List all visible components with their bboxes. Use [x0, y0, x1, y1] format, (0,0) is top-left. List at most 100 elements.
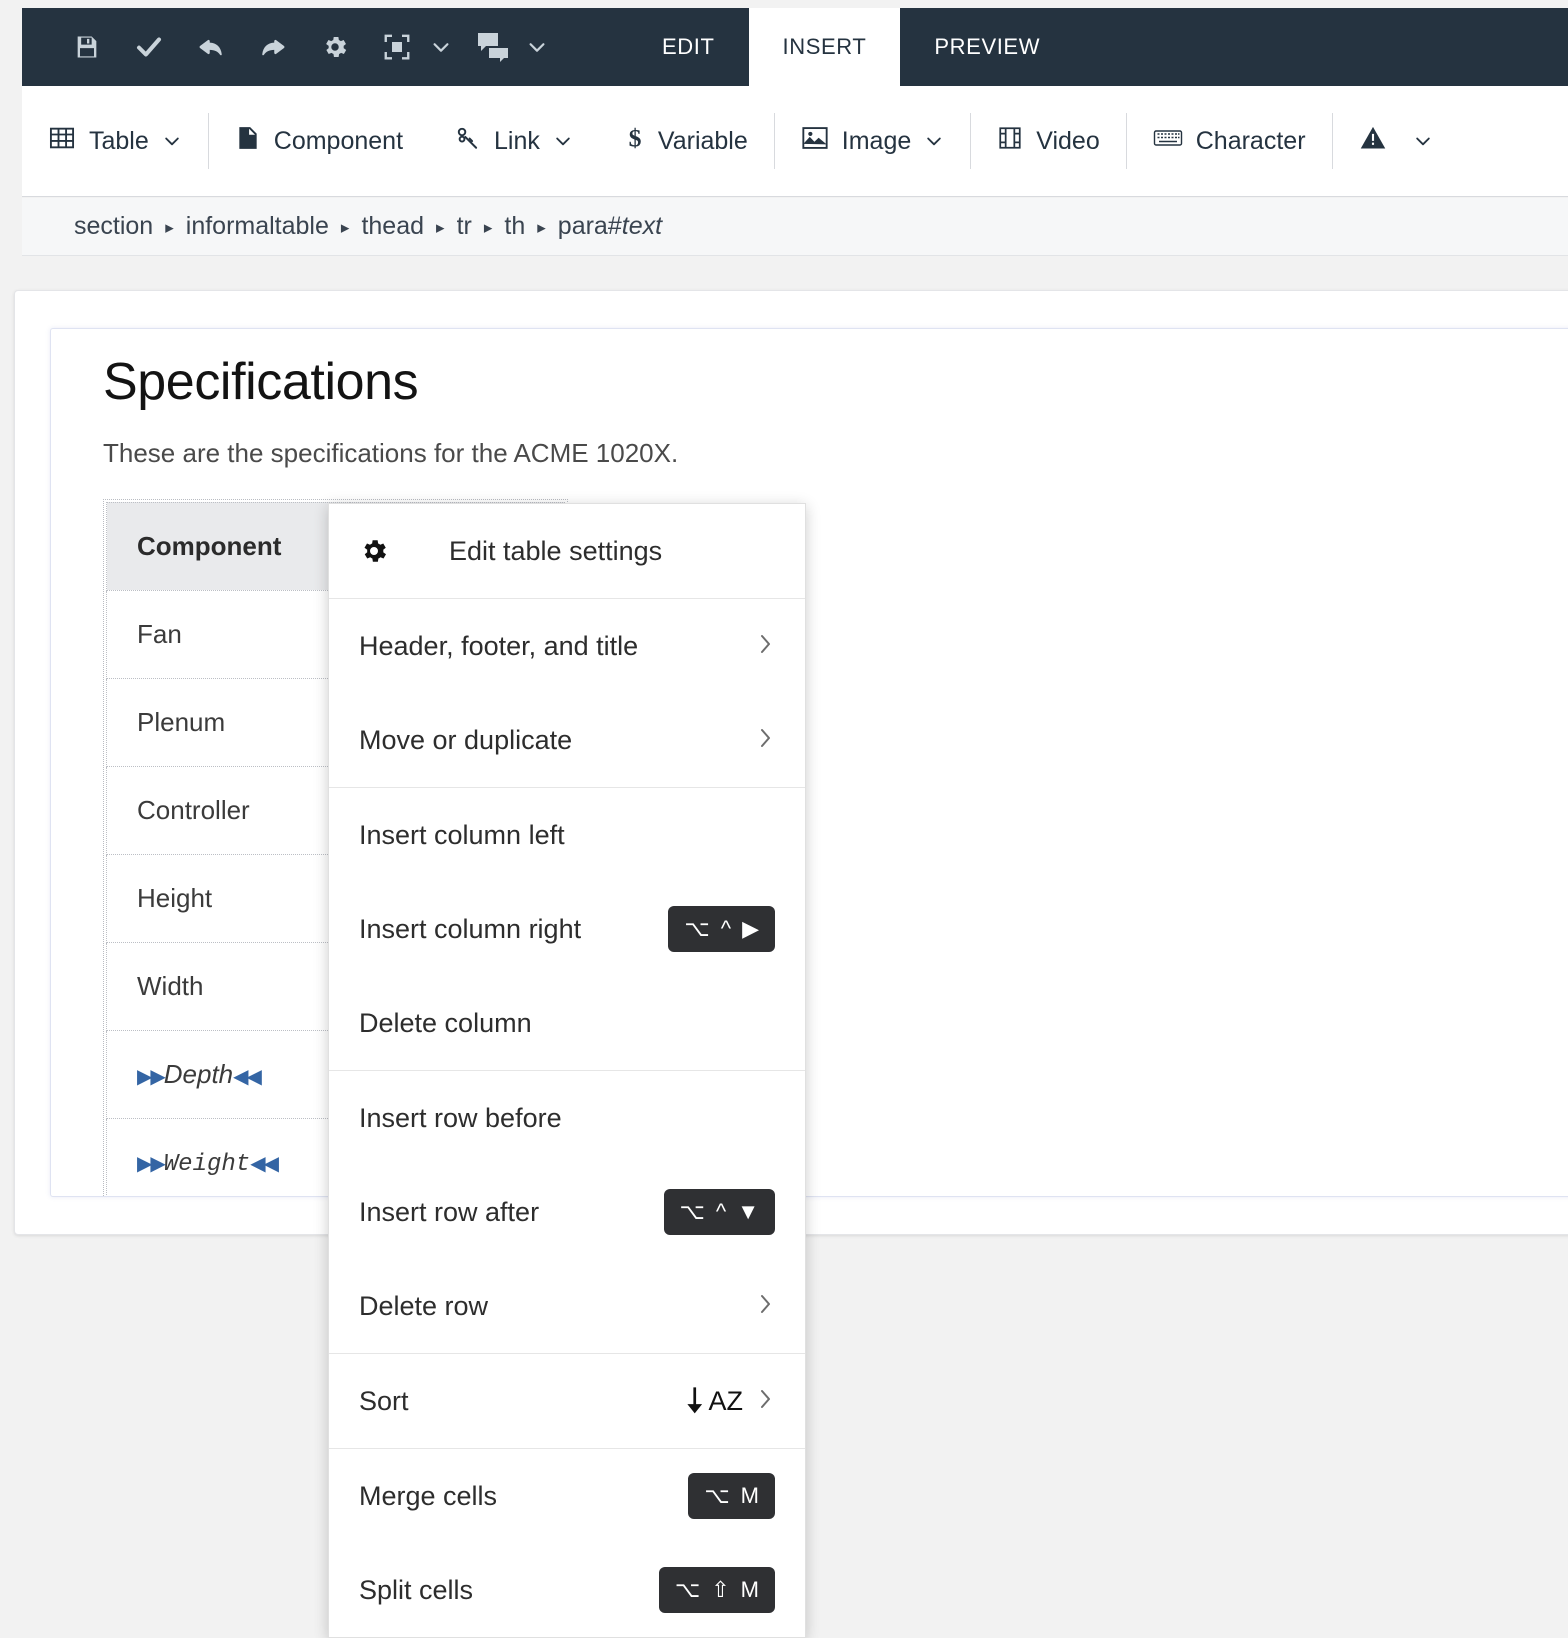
breadcrumb-separator-icon: ▸: [436, 218, 445, 237]
context-menu-group: Sort AZ: [329, 1354, 805, 1449]
toolbar-label-variable: Variable: [657, 126, 748, 155]
character-icon: [1153, 126, 1183, 157]
svg-text:$: $: [628, 123, 641, 152]
toolbar-label-image: Image: [841, 126, 912, 155]
toolbar-item-image[interactable]: Image: [775, 86, 970, 196]
breadcrumb-item-tr[interactable]: tr: [457, 212, 472, 241]
breadcrumb-separator-icon: ▸: [483, 218, 493, 237]
toolbar-item-video[interactable]: Video: [971, 86, 1126, 196]
menu-item-insert-row-before[interactable]: Insert row before: [329, 1071, 805, 1165]
marker-left-icon: ▶▶: [137, 1065, 166, 1088]
control-key-icon: ^: [720, 916, 732, 941]
toolbar-item-warning[interactable]: [1333, 86, 1459, 196]
top-toolbar-icon-group: [22, 8, 558, 86]
gear-icon[interactable]: [304, 8, 366, 86]
shortcut-badge: ⌥ ⇧ M: [658, 1567, 775, 1613]
menu-label: Split cells: [359, 1574, 474, 1605]
option-key-icon: ⌥: [674, 1577, 701, 1602]
redo-icon[interactable]: [242, 8, 304, 86]
save-icon[interactable]: [56, 8, 118, 86]
breadcrumb-separator-icon: ▸: [165, 218, 174, 237]
chevron-right-icon: [757, 1291, 775, 1322]
breadcrumb-item-th[interactable]: th: [504, 212, 525, 241]
intro-paragraph: These are the specifications for the ACM…: [103, 437, 679, 468]
table-cell-plenum[interactable]: Plenum: [106, 677, 350, 767]
tab-edit[interactable]: EDIT: [628, 8, 749, 86]
menu-label: Insert column left: [359, 819, 565, 850]
marker-left-icon: ▶▶: [137, 1153, 166, 1176]
menu-label: Merge cells: [359, 1480, 498, 1511]
menu-item-delete-row[interactable]: Delete row: [329, 1259, 805, 1353]
variable-icon: $: [625, 123, 645, 160]
breadcrumb-item-informaltable[interactable]: informaltable: [186, 212, 329, 241]
mode-tabs: EDIT INSERT PREVIEW: [628, 8, 1075, 86]
warning-icon: [1359, 124, 1387, 159]
link-icon: [455, 125, 481, 158]
menu-item-insert-column-right[interactable]: Insert column right ⌥ ^ ▶: [329, 882, 805, 976]
arrow-down-key-icon: ▼: [737, 1199, 759, 1224]
context-menu-group: Insert row before Insert row after ⌥ ^ ▼…: [329, 1071, 805, 1354]
menu-item-move-or-duplicate[interactable]: Move or duplicate: [329, 693, 805, 787]
table-cell-width[interactable]: Width: [106, 941, 350, 1031]
option-key-icon: ⌥: [704, 1483, 730, 1508]
breadcrumb-item-thead[interactable]: thead: [361, 212, 424, 241]
fullscreen-icon[interactable]: [366, 8, 428, 86]
table-cell-fan[interactable]: Fan: [106, 589, 350, 679]
menu-item-merge-cells[interactable]: Merge cells ⌥ M: [329, 1449, 805, 1543]
chevron-down-icon[interactable]: [924, 131, 944, 151]
video-icon: [997, 125, 1023, 158]
menu-label: Header, footer, and title: [359, 630, 639, 661]
menu-item-sort[interactable]: Sort AZ: [329, 1354, 805, 1448]
toolbar-item-table[interactable]: Table: [22, 86, 208, 196]
breadcrumb-separator-icon: ▸: [340, 218, 350, 237]
tab-insert[interactable]: INSERT: [748, 8, 901, 86]
toolbar-label-component: Component: [273, 126, 404, 155]
table-cell-height[interactable]: Height: [106, 853, 350, 943]
breadcrumb-item-para[interactable]: para#text: [558, 212, 662, 241]
table-cell-controller[interactable]: Controller: [106, 765, 350, 855]
menu-item-split-cells[interactable]: Split cells ⌥ ⇧ M: [329, 1543, 805, 1637]
menu-item-header-footer-title[interactable]: Header, footer, and title: [329, 599, 805, 693]
chevron-right-icon: [757, 725, 775, 756]
breadcrumb-item-section[interactable]: section: [74, 212, 153, 241]
chevron-down-icon[interactable]: [553, 131, 573, 151]
undo-icon[interactable]: [180, 8, 242, 86]
table-header-component[interactable]: Component: [106, 501, 350, 591]
page-title: Specifications: [103, 353, 419, 411]
check-icon[interactable]: [118, 8, 180, 86]
comment-icon[interactable]: [462, 8, 524, 86]
option-key-icon: ⌥: [679, 1199, 705, 1224]
menu-item-delete-column[interactable]: Delete column: [329, 976, 805, 1070]
table-cell-depth[interactable]: ▶▶Depth◀◀: [106, 1029, 350, 1119]
chevron-down-icon[interactable]: [162, 131, 182, 151]
chevron-down-icon[interactable]: [1413, 131, 1433, 151]
shortcut-badge: ⌥ M: [688, 1473, 775, 1519]
toolbar-item-character[interactable]: Character: [1127, 86, 1332, 196]
shift-key-icon: ⇧: [711, 1577, 730, 1602]
toolbar-label-character: Character: [1195, 126, 1306, 155]
tab-preview[interactable]: PREVIEW: [900, 8, 1075, 86]
m-key-icon: M: [740, 1483, 759, 1508]
menu-label: Delete column: [359, 1007, 532, 1038]
table-cell-weight[interactable]: ▶▶Weight◀◀: [106, 1117, 350, 1196]
toolbar-item-variable[interactable]: $ Variable: [599, 86, 774, 196]
toolbar-item-link[interactable]: Link: [429, 86, 599, 196]
table-icon: [48, 124, 76, 159]
arrow-right-key-icon: ▶: [742, 916, 759, 941]
chevron-down-icon[interactable]: [430, 36, 452, 58]
menu-label: Sort: [359, 1385, 409, 1416]
menu-label: Edit table settings: [449, 535, 663, 566]
document-section[interactable]: Specifications These are the specificati…: [50, 328, 1568, 1197]
menu-item-insert-row-after[interactable]: Insert row after ⌥ ^ ▼: [329, 1165, 805, 1259]
shortcut-badge: ⌥ ^ ▶: [668, 906, 775, 952]
comment-menu[interactable]: [462, 8, 558, 86]
menu-item-insert-column-left[interactable]: Insert column left: [329, 788, 805, 882]
fullscreen-menu[interactable]: [366, 8, 462, 86]
breadcrumb-para-id: text: [621, 212, 663, 240]
chevron-down-icon[interactable]: [526, 36, 548, 58]
toolbar-item-component[interactable]: Component: [209, 86, 429, 196]
menu-item-edit-table-settings[interactable]: Edit table settings: [329, 504, 805, 598]
table-cell-weight-label: Weight: [163, 1151, 251, 1179]
menu-label: Insert row before: [359, 1102, 562, 1133]
component-icon: [235, 124, 261, 159]
